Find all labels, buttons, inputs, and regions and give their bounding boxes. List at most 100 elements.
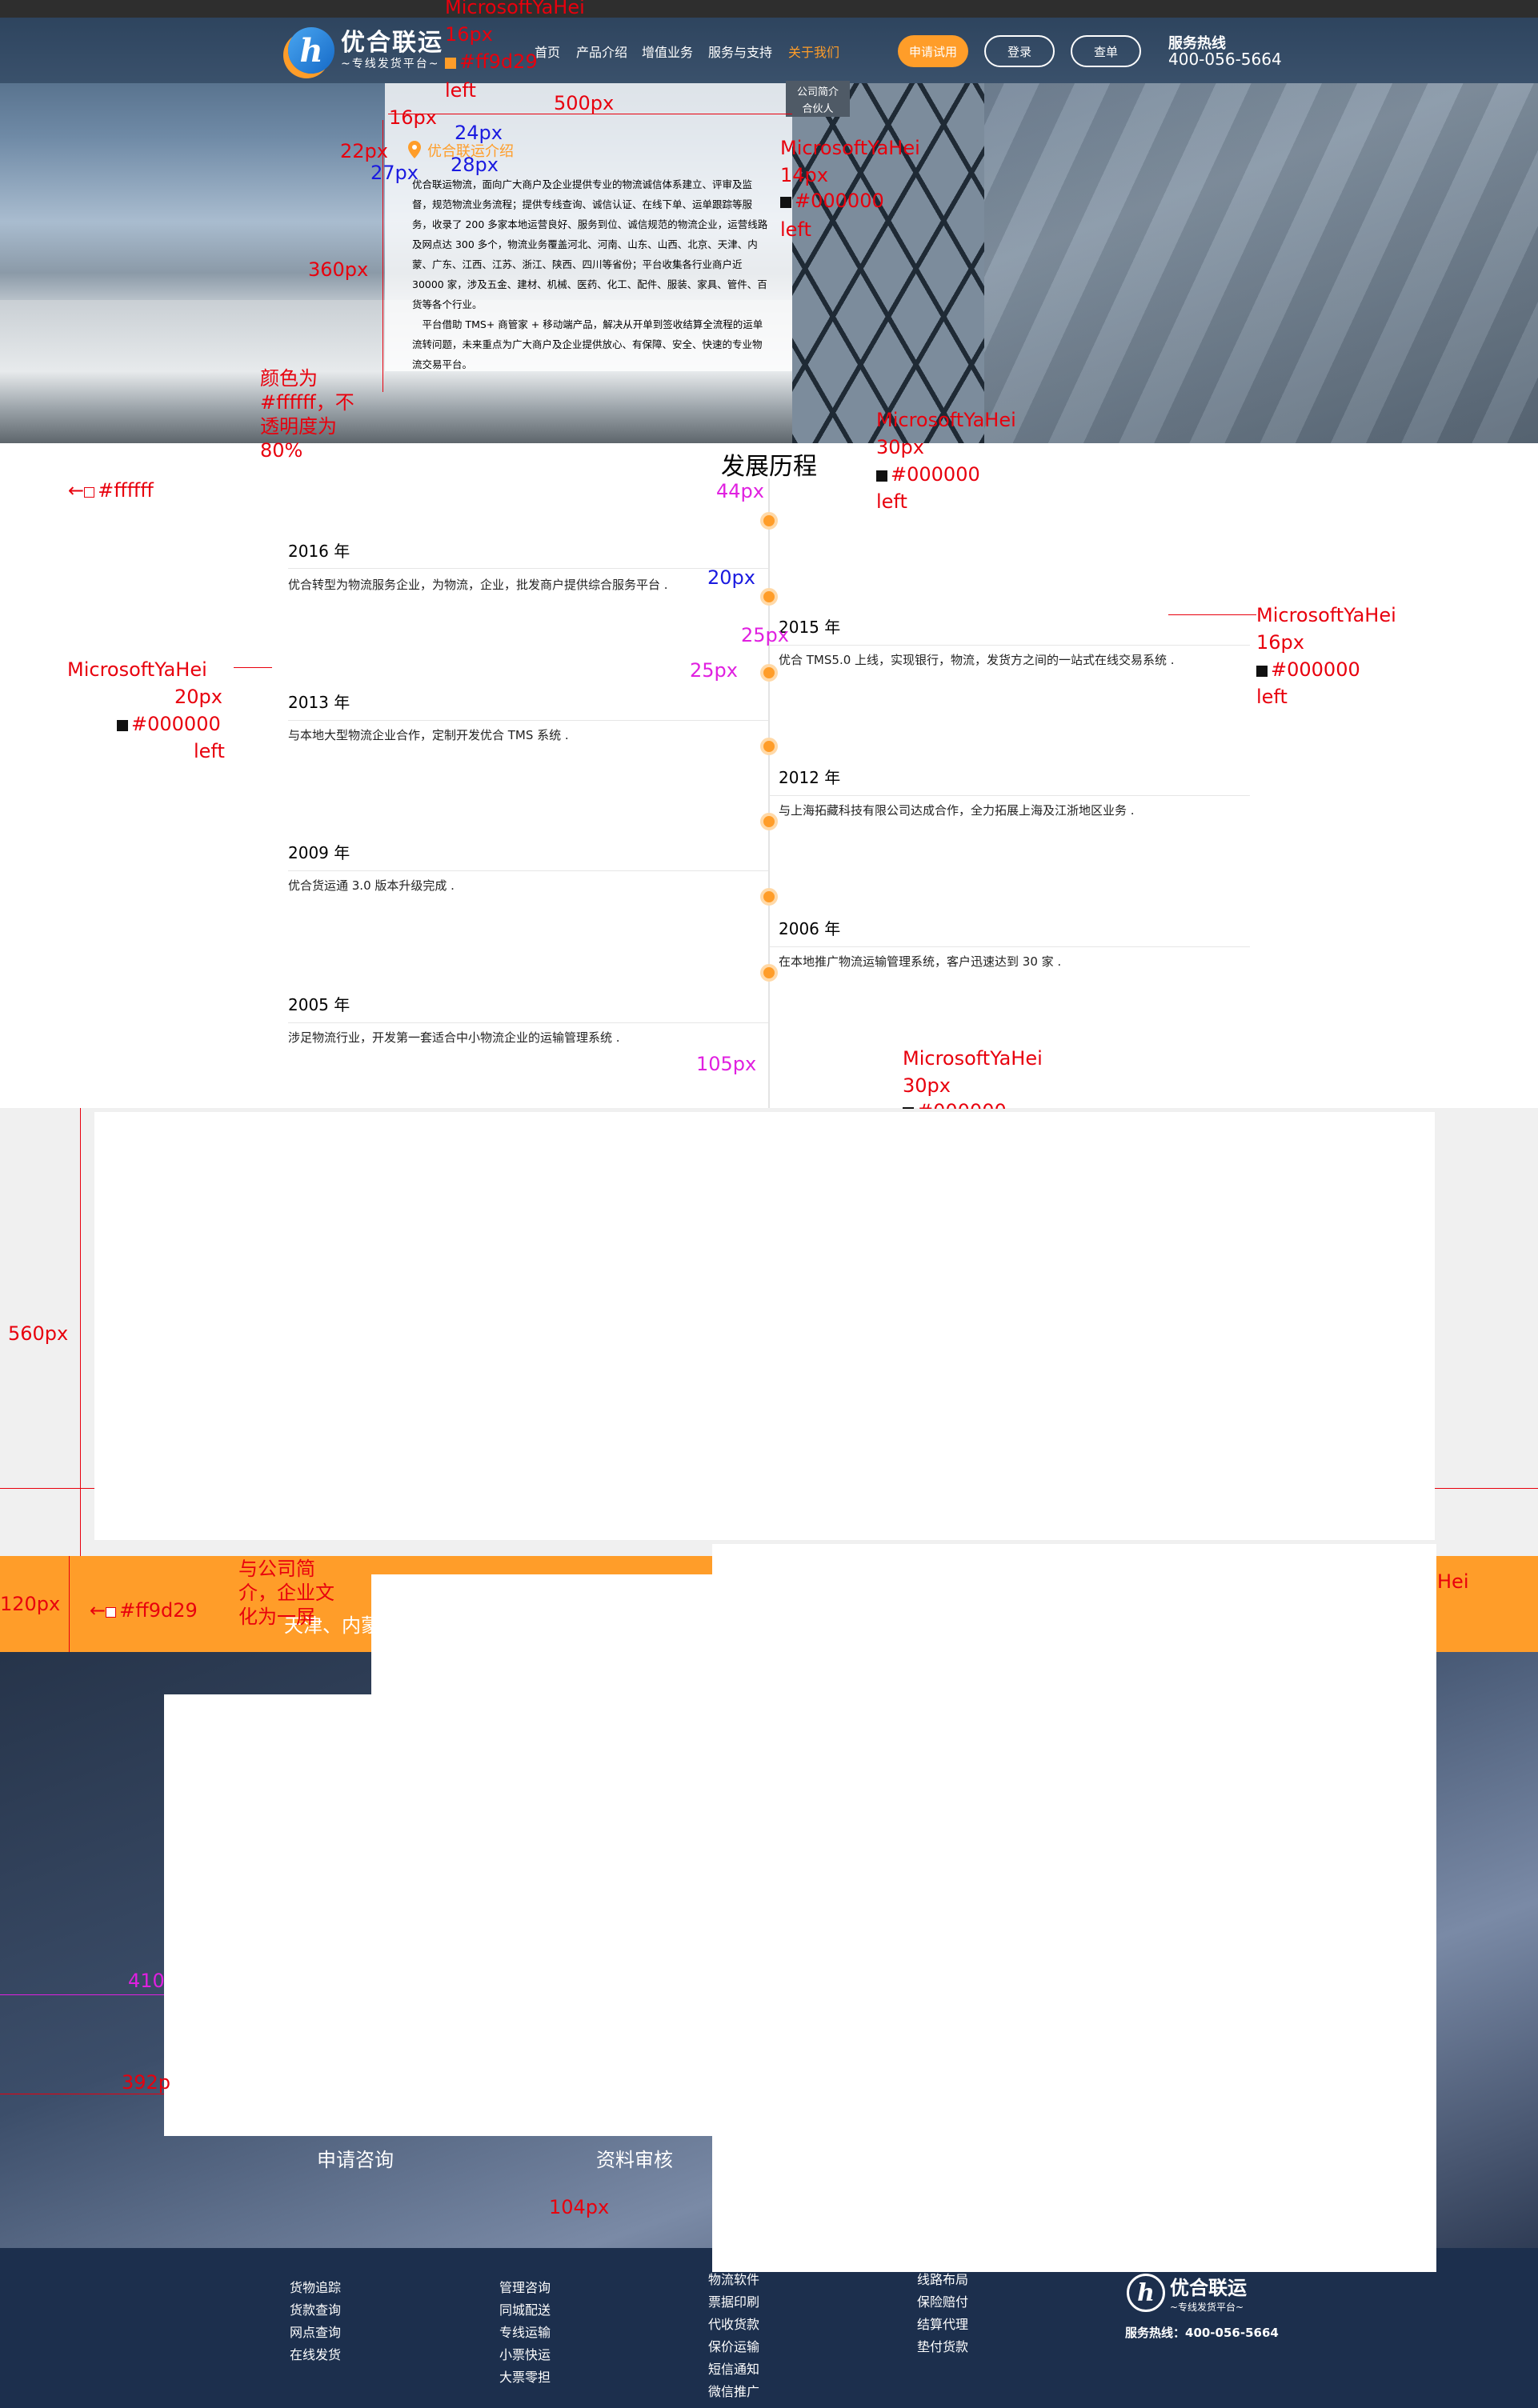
annot-font-2: MicrosoftYaHei xyxy=(780,137,920,159)
annot-size-2: 14px xyxy=(780,164,828,186)
annot-gap-44: 44px xyxy=(716,480,764,502)
timeline-year: 2006 年 xyxy=(779,919,841,938)
overlay-panel xyxy=(712,1544,1436,2272)
trial-button[interactable]: 申请试用 xyxy=(898,35,968,67)
footer-logo-subtitle: ~专线发货平台~ xyxy=(1170,2302,1244,2313)
timeline-title: 发展历程 xyxy=(721,453,817,481)
logo-subtitle: ~专线发货平台~ xyxy=(341,58,440,70)
footer-link[interactable]: 保价运输 xyxy=(708,2336,759,2358)
footer-link[interactable]: 短信通知 xyxy=(708,2358,759,2381)
annot-color-text: #000000 xyxy=(891,463,980,486)
annot-font-5: MicrosoftYaHei xyxy=(67,658,207,681)
tab-partner[interactable]: 合伙人 xyxy=(786,98,850,117)
annot-line xyxy=(382,120,383,392)
footer-link[interactable]: 管理咨询 xyxy=(499,2277,551,2299)
annot-gap-27: 27px xyxy=(370,162,419,184)
timeline-event: 优合转型为物流服务企业，为物流，企业，批发商户提供综合服务平台 . xyxy=(288,578,668,592)
annot-color-2: #000000 xyxy=(780,187,884,214)
step-review: 资料审核 xyxy=(596,2149,673,2171)
annot-size-6: 30px xyxy=(903,1074,951,1097)
annot-align-2: left xyxy=(780,218,811,241)
timeline-event: 与本地大型物流企业合作，定制开发优合 TMS 系统 . xyxy=(288,728,569,742)
annot-size-3: 30px xyxy=(876,436,924,458)
timeline-dot xyxy=(760,813,778,830)
intro-para-1: 优合联运物流，面向广大商户及企业提供专业的物流诚信体系建立、评审及监督，规范物流… xyxy=(412,178,768,310)
footer-link[interactable]: 物流软件 xyxy=(708,2269,759,2291)
timeline-event: 优合货运通 3.0 版本升级完成 . xyxy=(288,878,455,893)
annot-bg-white: ← #ffffff xyxy=(68,479,154,502)
footer-link[interactable]: 垫付货款 xyxy=(917,2336,968,2358)
footer-col-3: 物流软件 票据印刷 代收货款 保价运输 短信通知 微信推广 xyxy=(708,2269,759,2403)
timeline-rule xyxy=(288,720,768,721)
annot-color-text: #000000 xyxy=(131,713,221,735)
annot-line xyxy=(1168,614,1256,615)
annot-height: 360px xyxy=(308,258,369,281)
annot-color: #ff9d29 xyxy=(445,48,538,75)
nav-service-support[interactable]: 服务与支持 xyxy=(708,42,772,61)
annot-gap-24: 24px xyxy=(455,122,503,144)
annot-gap-25a: 25px xyxy=(741,624,789,646)
footer-link[interactable]: 线路布局 xyxy=(917,2269,968,2291)
annot-color-text: #ff9d29 xyxy=(459,50,538,73)
timeline-rule xyxy=(288,1022,768,1023)
timeline-year: 2016 年 xyxy=(288,542,350,561)
annot-pad-top: 22px xyxy=(340,140,388,162)
footer-logo: h 优合联运 ~专线发货平台~ xyxy=(1127,2272,1247,2314)
annot-color-5: #000000 xyxy=(117,710,221,738)
footer-link[interactable]: 同城配送 xyxy=(499,2299,551,2322)
footer-link[interactable]: 货款查询 xyxy=(290,2299,341,2322)
annot-line xyxy=(69,1556,70,1652)
timeline-rule xyxy=(288,568,768,569)
timeline-event: 优合 TMS5.0 上线，实现银行，物流，发货方之间的一站式在线交易系统 . xyxy=(779,653,1175,667)
footer-link[interactable]: 大票零担 xyxy=(499,2366,551,2389)
timeline-dot xyxy=(760,888,778,906)
top-strip xyxy=(0,0,1538,18)
annot-410: 410 xyxy=(128,1970,165,1992)
logo-mark-icon: h xyxy=(288,27,334,74)
location-pin-icon xyxy=(408,141,421,158)
login-button[interactable]: 登录 xyxy=(984,35,1055,67)
footer xyxy=(0,2248,1538,2408)
annot-color-text: #000000 xyxy=(795,190,884,212)
timeline-dot xyxy=(760,964,778,982)
nav-products[interactable]: 产品介绍 xyxy=(576,42,627,61)
annot-size-4: 16px xyxy=(1256,631,1304,654)
nav-home[interactable]: 首页 xyxy=(535,42,560,61)
annot-align-4: left xyxy=(1256,686,1288,708)
query-button[interactable]: 查单 xyxy=(1071,35,1141,67)
timeline-dot xyxy=(760,738,778,755)
annot-font-6: MicrosoftYaHei xyxy=(903,1047,1043,1070)
annot-bg-orange: ← #ff9d29 xyxy=(90,1599,198,1622)
footer-link[interactable]: 专线运输 xyxy=(499,2322,551,2344)
annot-width: 500px xyxy=(554,92,615,114)
footer-link[interactable]: 网点查询 xyxy=(290,2322,341,2344)
timeline-rule xyxy=(770,645,1250,646)
timeline-rule xyxy=(288,870,768,871)
footer-hotline: 服务热线：400-056-5664 xyxy=(1125,2326,1279,2340)
footer-logo-mark-icon: h xyxy=(1127,2274,1165,2312)
timeline-year: 2005 年 xyxy=(288,995,350,1014)
logo[interactable]: h 优合联运 ~专线发货平台~ xyxy=(288,26,443,75)
annot-gap-28: 28px xyxy=(451,154,499,176)
footer-link[interactable]: 小票快运 xyxy=(499,2344,551,2366)
overlay-panel xyxy=(164,1694,716,2136)
annot-font-4: MicrosoftYaHei xyxy=(1256,604,1396,626)
annot-392: 392p xyxy=(122,2071,171,2094)
footer-link[interactable]: 保险赔付 xyxy=(917,2291,968,2314)
annot-line xyxy=(1435,1488,1538,1489)
nav-about-us[interactable]: 关于我们 xyxy=(788,42,839,61)
annot-gap-25b: 25px xyxy=(690,659,738,682)
footer-link[interactable]: 票据印刷 xyxy=(708,2291,759,2314)
annot-size: 16px xyxy=(445,23,493,46)
footer-logo-title: 优合联运 xyxy=(1170,2277,1247,2299)
footer-link[interactable]: 微信推广 xyxy=(708,2381,759,2403)
annot-color-text: #000000 xyxy=(917,1100,1007,1109)
footer-col-4: 线路布局 保险赔付 结算代理 垫付货款 xyxy=(917,2269,968,2358)
footer-link[interactable]: 货物追踪 xyxy=(290,2277,341,2299)
footer-link[interactable]: 在线发货 xyxy=(290,2344,341,2366)
timeline-axis xyxy=(768,478,770,1110)
intro-para-2: 平台借助 TMS+ 商管家 + 移动端产品，解决从开单到签收结算全流程的运单流转… xyxy=(412,318,763,370)
nav-value-added[interactable]: 增值业务 xyxy=(642,42,693,61)
footer-link[interactable]: 代收货款 xyxy=(708,2314,759,2336)
footer-link[interactable]: 结算代理 xyxy=(917,2314,968,2336)
